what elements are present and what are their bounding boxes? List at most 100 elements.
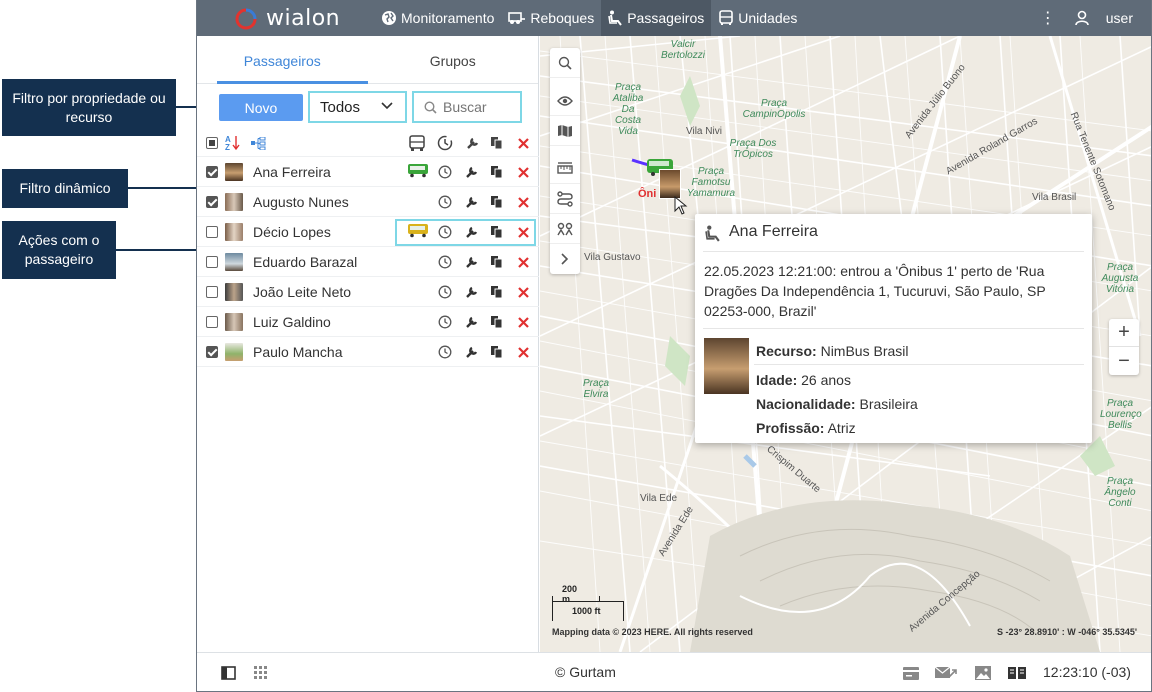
divider bbox=[703, 328, 1084, 329]
passenger-checkbox[interactable] bbox=[206, 196, 218, 208]
history-icon[interactable] bbox=[438, 315, 452, 329]
passenger-row[interactable]: Eduardo Barazal bbox=[197, 247, 539, 277]
unit-column-bus-icon[interactable] bbox=[409, 135, 425, 152]
map-place-label: Praça Augusta Vitória bbox=[1101, 262, 1139, 295]
passengers-panel: Passageiros Grupos Novo Todos A Z bbox=[197, 36, 539, 652]
copy-icon[interactable] bbox=[491, 346, 503, 358]
zoom-out-button[interactable]: − bbox=[1109, 347, 1139, 375]
passenger-checkbox[interactable] bbox=[206, 166, 218, 178]
copy-icon[interactable] bbox=[491, 316, 503, 328]
image-gallery-icon[interactable] bbox=[975, 666, 991, 680]
delete-icon[interactable] bbox=[518, 197, 529, 208]
wrench-icon[interactable] bbox=[465, 195, 479, 209]
passenger-seat-icon bbox=[608, 10, 623, 26]
passenger-row[interactable]: Augusto Nunes bbox=[197, 187, 539, 217]
route-button[interactable] bbox=[550, 184, 580, 214]
delete-icon[interactable] bbox=[518, 257, 529, 268]
history-icon[interactable] bbox=[438, 255, 452, 269]
geofence-icon bbox=[557, 222, 573, 235]
search-field[interactable] bbox=[412, 91, 522, 123]
ruler-button[interactable] bbox=[550, 154, 580, 184]
delete-column-icon[interactable] bbox=[518, 138, 529, 149]
wrench-icon[interactable] bbox=[465, 255, 479, 269]
user-name[interactable]: user bbox=[1106, 10, 1133, 26]
group-tree-icon[interactable] bbox=[251, 137, 267, 150]
wrench-icon[interactable] bbox=[465, 345, 479, 359]
copy-icon[interactable] bbox=[491, 286, 503, 298]
nav-monitoramento[interactable]: Monitoramento bbox=[374, 0, 501, 36]
nav-unidades[interactable]: Unidades bbox=[711, 0, 804, 36]
wrench-icon[interactable] bbox=[465, 165, 479, 179]
expand-tools-button[interactable] bbox=[550, 244, 580, 274]
passenger-checkbox[interactable] bbox=[206, 346, 218, 358]
copy-icon[interactable] bbox=[491, 256, 503, 268]
map-source-button[interactable] bbox=[550, 116, 580, 146]
history-column-icon[interactable] bbox=[437, 135, 453, 151]
nav-reboques[interactable]: Reboques bbox=[501, 0, 601, 36]
history-icon[interactable] bbox=[438, 195, 452, 209]
map-view[interactable]: Valcir Bertolozzi Praça Ataliba Da Costa… bbox=[540, 36, 1151, 652]
route-icon bbox=[557, 190, 573, 207]
sort-az-icon[interactable]: A Z bbox=[225, 134, 241, 151]
unit-bus-icon[interactable] bbox=[407, 163, 429, 178]
marker-label: Ôni bbox=[638, 188, 657, 200]
search-icon bbox=[424, 100, 437, 114]
nearest-units-button[interactable] bbox=[550, 214, 580, 244]
passenger-checkbox[interactable] bbox=[206, 256, 218, 268]
history-icon[interactable] bbox=[438, 345, 452, 359]
passenger-checkbox[interactable] bbox=[206, 226, 218, 238]
delete-icon[interactable] bbox=[518, 347, 529, 358]
divider bbox=[754, 364, 1084, 365]
passenger-row[interactable]: Luiz Galdino bbox=[197, 307, 539, 337]
field-label: Profissão: bbox=[756, 420, 825, 436]
map-street-label: Vila Gustavo bbox=[584, 252, 641, 263]
wrench-column-icon[interactable] bbox=[466, 136, 480, 150]
wrench-icon[interactable] bbox=[465, 315, 479, 329]
map-search-button[interactable] bbox=[550, 48, 580, 78]
copy-icon[interactable] bbox=[491, 196, 503, 208]
passenger-row[interactable]: João Leite Neto bbox=[197, 277, 539, 307]
zoom-in-button[interactable]: + bbox=[1109, 319, 1139, 347]
search-input[interactable] bbox=[443, 99, 513, 115]
copy-icon[interactable] bbox=[491, 166, 503, 178]
callout-dynamic-filter: Filtro dinâmico bbox=[2, 169, 128, 208]
passenger-row[interactable]: Paulo Mancha bbox=[197, 337, 539, 367]
logo: wialon bbox=[235, 6, 340, 31]
user-icon[interactable] bbox=[1074, 10, 1090, 26]
history-icon[interactable] bbox=[438, 165, 452, 179]
avatar bbox=[225, 253, 243, 271]
copy-column-icon[interactable] bbox=[491, 137, 503, 149]
divider bbox=[703, 251, 1084, 252]
more-menu-icon[interactable]: ⋮ bbox=[1040, 8, 1056, 28]
delete-icon[interactable] bbox=[518, 287, 529, 298]
billing-icon[interactable] bbox=[903, 667, 919, 680]
passenger-row[interactable]: Décio Lopes bbox=[197, 217, 539, 247]
passenger-checkbox[interactable] bbox=[206, 286, 218, 298]
property-filter-value: Todos bbox=[320, 98, 361, 116]
delete-icon[interactable] bbox=[518, 317, 529, 328]
delete-icon[interactable] bbox=[518, 167, 529, 178]
messages-icon[interactable] bbox=[935, 666, 957, 680]
layers-visibility-button[interactable] bbox=[550, 86, 580, 116]
passenger-name: Paulo Mancha bbox=[253, 344, 343, 360]
select-all-checkbox[interactable] bbox=[206, 137, 218, 149]
map-street-label: Vila Brasil bbox=[1032, 192, 1077, 203]
nav-passageiros[interactable]: Passageiros bbox=[601, 0, 712, 36]
new-button[interactable]: Novo bbox=[219, 94, 303, 121]
passenger-name: Luiz Galdino bbox=[253, 314, 331, 330]
map-copyright: Mapping data © 2023 HERE. All rights res… bbox=[552, 627, 753, 637]
book-icon[interactable] bbox=[1008, 667, 1026, 679]
bottom-bar: © Gurtam 12:23:10 (-03) bbox=[197, 652, 1151, 691]
passenger-checkbox[interactable] bbox=[206, 316, 218, 328]
tab-passageiros[interactable]: Passageiros bbox=[197, 36, 368, 84]
passenger-list: A Z Ana Ferreira Augusto Nunes Décio Lope… bbox=[197, 129, 539, 367]
passenger-row[interactable]: Ana Ferreira bbox=[197, 157, 539, 187]
apps-grid-icon[interactable] bbox=[254, 666, 268, 680]
field-value: Brasileira bbox=[859, 396, 918, 412]
property-filter-select[interactable]: Todos bbox=[308, 91, 407, 123]
wrench-icon[interactable] bbox=[465, 285, 479, 299]
nav-label: Monitoramento bbox=[401, 10, 495, 26]
history-icon[interactable] bbox=[438, 285, 452, 299]
tab-grupos[interactable]: Grupos bbox=[368, 36, 539, 83]
panel-toggle-icon[interactable] bbox=[221, 666, 236, 680]
